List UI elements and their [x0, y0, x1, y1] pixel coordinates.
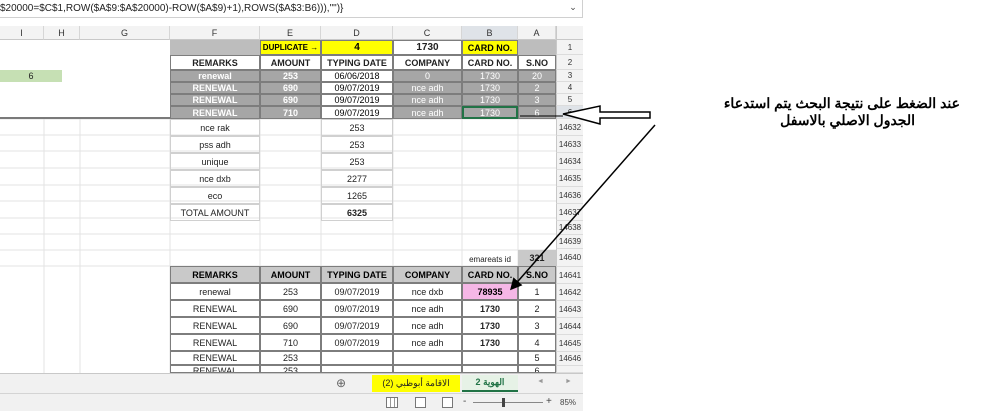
arrow-to-bottom-table [510, 124, 656, 291]
annotation-text: عند الضغط على نتيجة البحث يتم استدعاء ال… [670, 95, 960, 129]
arrow-to-top-row [562, 105, 651, 125]
annotation-line-2: الجدول الاصلي بالاسفل [780, 112, 915, 128]
annotation-arrows [510, 105, 656, 291]
annotation-line-1: عند الضغط على نتيجة البحث يتم استدعاء [723, 95, 960, 111]
